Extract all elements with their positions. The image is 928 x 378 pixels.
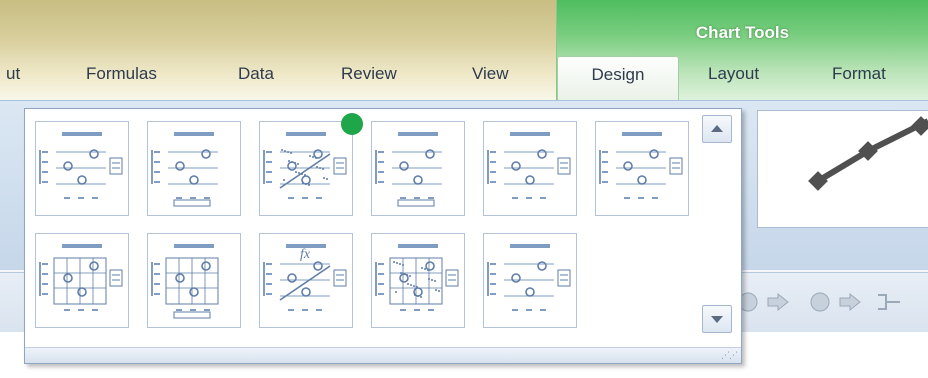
connector-shape-icon[interactable] — [876, 291, 900, 313]
tab-design-label: Design — [591, 65, 645, 84]
chevron-up-icon — [711, 125, 723, 132]
gallery-item-layout-10[interactable] — [371, 233, 465, 328]
gallery-item-layout-4[interactable] — [371, 121, 465, 216]
scatter-layout-icon — [375, 132, 442, 207]
gallery-item-layout-5[interactable] — [483, 121, 577, 216]
scatter-layout-icon — [599, 132, 683, 199]
scatter-layout-icon — [39, 132, 123, 199]
gallery-scroll-up-button[interactable] — [702, 115, 732, 143]
tab-layout-partial[interactable]: ut — [6, 64, 20, 84]
gallery-item-layout-7[interactable] — [35, 233, 129, 328]
gallery-item-layout-8[interactable] — [147, 233, 241, 328]
tab-view[interactable]: View — [472, 64, 509, 84]
gallery-footer: ⋰⋰ — [25, 347, 741, 363]
scatter-layout-icon: fx — [263, 244, 347, 311]
gallery-item-layout-3[interactable] — [259, 121, 353, 216]
chart-tools-label: Chart Tools — [695, 23, 790, 42]
gallery-item-layout-1[interactable] — [35, 121, 129, 216]
svg-text:fx: fx — [300, 247, 311, 262]
tab-formulas[interactable]: Formulas — [86, 64, 157, 84]
scatter-layout-icon — [151, 132, 218, 207]
gallery-item-layout-9[interactable]: fx — [259, 233, 353, 328]
gallery-item-layout-2[interactable] — [147, 121, 241, 216]
scatter-layout-icon — [151, 244, 219, 319]
line-chart-preview-icon — [808, 116, 928, 191]
tab-design[interactable]: Design — [557, 56, 679, 104]
scatter-layout-icon — [39, 244, 123, 311]
resize-grip-icon[interactable]: ⋰⋰ — [721, 350, 738, 361]
gallery-scroll-down-button[interactable] — [702, 305, 732, 333]
chevron-down-icon — [711, 316, 723, 323]
gallery-item-layout-11[interactable] — [483, 233, 577, 328]
chart-styles-preview[interactable] — [757, 110, 928, 228]
tab-format[interactable]: Format — [832, 64, 886, 84]
status-indicator — [341, 113, 363, 135]
tab-review[interactable]: Review — [341, 64, 397, 84]
scatter-layout-icon — [487, 132, 571, 199]
scatter-layout-icon — [263, 132, 347, 199]
scatter-layout-icon — [375, 244, 459, 311]
chart-layout-gallery: fx ⋰⋰ — [24, 108, 742, 364]
scatter-layout-icon — [487, 244, 571, 311]
arrow-shape-icon[interactable] — [838, 291, 862, 313]
tab-chart-layout[interactable]: Layout — [708, 64, 759, 84]
arrow-shape-icon[interactable] — [766, 291, 790, 313]
tab-data[interactable]: Data — [238, 64, 274, 84]
circle-shape-icon[interactable] — [808, 291, 832, 313]
gallery-item-layout-6[interactable] — [595, 121, 689, 216]
